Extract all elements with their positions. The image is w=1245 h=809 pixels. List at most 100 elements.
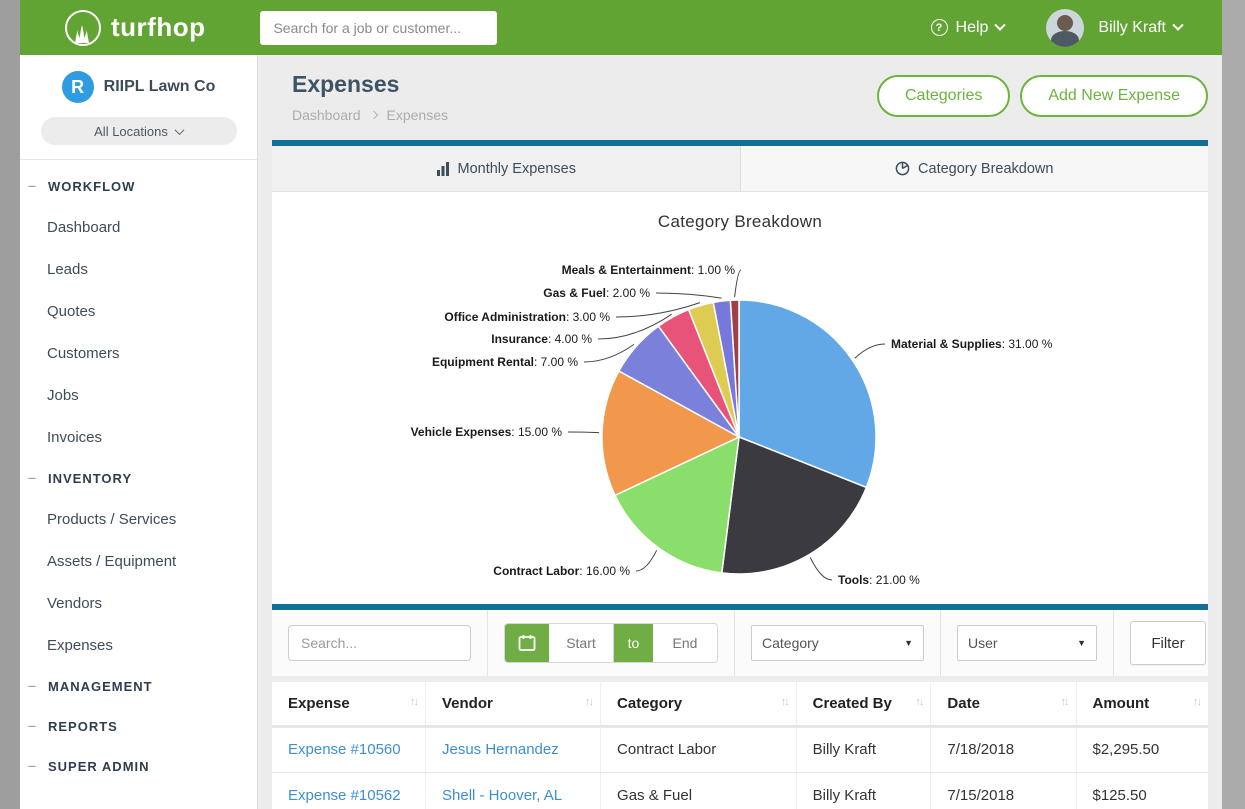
user-select[interactable]: User ▼ xyxy=(957,625,1097,661)
brand-logo[interactable]: turfhop xyxy=(65,10,205,46)
column-label: Created By xyxy=(813,695,892,712)
caret-down-icon: ▼ xyxy=(1077,638,1086,648)
category-select[interactable]: Category ▼ xyxy=(751,625,924,661)
tab-label: Monthly Expenses xyxy=(458,161,576,177)
section-dash-icon: --- xyxy=(28,761,48,772)
sidebar-section-management[interactable]: ---MANAGEMENT xyxy=(20,666,257,706)
column-header-category[interactable]: Category↑↓ xyxy=(601,682,797,726)
column-header-vendor[interactable]: Vendor ↑↓ xyxy=(426,682,601,726)
add-new-expense-button[interactable]: Add New Expense xyxy=(1020,75,1208,117)
sidebar-section-workflow[interactable]: ---WORKFLOW xyxy=(20,166,257,206)
vendor-link[interactable]: Jesus Hernandez xyxy=(442,741,559,758)
sidebar: R RIIPL Lawn Co All Locations ---WORKFLO… xyxy=(20,55,258,809)
created-by-cell: Billy Kraft xyxy=(796,772,931,809)
expenses-table: Expense↑↓Vendor↑↓Category↑↓Created By↑↓D… xyxy=(272,682,1208,809)
vendor-link[interactable]: Shell - Hoover, AL xyxy=(442,787,562,804)
pie-chart-icon xyxy=(895,161,910,176)
expense-cell: Expense #10560 xyxy=(272,726,426,772)
brand-name: turfhop xyxy=(111,12,205,43)
location-selector[interactable]: All Locations xyxy=(41,117,237,145)
sort-icon[interactable]: ↑↓ xyxy=(410,696,417,708)
column-label: Expense xyxy=(288,695,350,712)
page-title: Expenses xyxy=(292,71,399,98)
date-cell: 7/18/2018 xyxy=(931,726,1076,772)
table-search-input[interactable] xyxy=(288,625,471,661)
top-header-bar: turfhop ? Help Billy Kraft xyxy=(20,0,1222,55)
tab-label: Category Breakdown xyxy=(918,161,1053,177)
pie-chart-panel: Category Breakdown Material & Supplies: … xyxy=(272,192,1208,604)
chevron-down-icon xyxy=(995,19,1006,30)
amount-cell: $2,295.50 xyxy=(1076,726,1208,772)
date-end-input[interactable] xyxy=(653,624,717,662)
label-connector xyxy=(636,550,657,571)
vendor-cell: Jesus Hernandez xyxy=(426,726,601,772)
section-label: WORKFLOW xyxy=(48,179,135,194)
sidebar-item-products-services[interactable]: Products / Services xyxy=(20,498,257,540)
chevron-down-icon xyxy=(1172,19,1183,30)
filter-button[interactable]: Filter xyxy=(1130,621,1206,665)
sidebar-section-super-admin[interactable]: ---SUPER ADMIN xyxy=(20,746,257,786)
help-menu[interactable]: ? Help xyxy=(931,19,1005,37)
calendar-icon xyxy=(518,634,536,652)
column-label: Vendor xyxy=(442,695,493,712)
created-by-cell: Billy Kraft xyxy=(796,726,931,772)
bar-chart-icon xyxy=(436,162,450,176)
sidebar-item-invoices[interactable]: Invoices xyxy=(20,416,257,458)
company-logo: R xyxy=(62,71,94,103)
pie-label-contract-labor: Contract Labor: 16.00 % xyxy=(493,564,630,578)
sort-icon[interactable]: ↑↓ xyxy=(585,696,592,708)
section-label: REPORTS xyxy=(48,719,118,734)
app-window: turfhop ? Help Billy Kraft R xyxy=(20,0,1222,809)
vendor-cell: Shell - Hoover, AL xyxy=(426,772,601,809)
sidebar-item-leads[interactable]: Leads xyxy=(20,248,257,290)
date-range-picker: to xyxy=(504,623,718,663)
sidebar-item-customers[interactable]: Customers xyxy=(20,332,257,374)
expense-link[interactable]: Expense #10560 xyxy=(288,741,401,758)
category-cell: Contract Labor xyxy=(601,726,797,772)
screen: turfhop ? Help Billy Kraft R xyxy=(0,0,1245,809)
page-header: Expenses Dashboard Expenses Categories A… xyxy=(258,55,1222,140)
sidebar-item-expenses[interactable]: Expenses xyxy=(20,624,257,666)
column-header-expense[interactable]: Expense ↑↓ xyxy=(272,682,426,726)
column-label: Date xyxy=(947,695,980,712)
user-avatar[interactable] xyxy=(1046,9,1084,47)
tab-monthly-expenses[interactable]: Monthly Expenses xyxy=(272,146,740,191)
pie-label-material-supplies: Material & Supplies: 31.00 % xyxy=(891,337,1053,351)
sort-icon[interactable]: ↑↓ xyxy=(915,696,922,708)
user-menu[interactable]: Billy Kraft xyxy=(1098,19,1182,37)
date-start-input[interactable] xyxy=(549,624,613,662)
sort-icon[interactable]: ↑↓ xyxy=(781,696,788,708)
sidebar-item-vendors[interactable]: Vendors xyxy=(20,582,257,624)
expense-cell: Expense #10562 xyxy=(272,772,426,809)
table-row: Expense #10560 Jesus Hernandez Contract La… xyxy=(272,726,1208,772)
pie-label-equipment-rental: Equipment Rental: 7.00 % xyxy=(432,355,578,369)
sort-icon[interactable]: ↑↓ xyxy=(1061,696,1068,708)
sidebar-item-jobs[interactable]: Jobs xyxy=(20,374,257,416)
label-connector xyxy=(855,344,885,358)
breadcrumb-dashboard[interactable]: Dashboard xyxy=(292,107,361,123)
sort-icon[interactable]: ↑↓ xyxy=(1193,696,1200,708)
sidebar-section-inventory[interactable]: ---INVENTORY xyxy=(20,458,257,498)
sidebar-section-reports[interactable]: ---REPORTS xyxy=(20,706,257,746)
pie-chart[interactable]: Material & Supplies: 31.00 % Tools: 21.00… xyxy=(272,192,1208,604)
main-content: Expenses Dashboard Expenses Categories A… xyxy=(258,55,1222,809)
calendar-button[interactable] xyxy=(505,624,549,662)
sidebar-item-assets-equipment[interactable]: Assets / Equipment xyxy=(20,540,257,582)
filter-bar: to Category ▼ User ▼ xyxy=(272,610,1208,676)
amount-cell: $125.50 xyxy=(1076,772,1208,809)
categories-button[interactable]: Categories xyxy=(877,75,1010,117)
global-search-input[interactable] xyxy=(260,11,497,45)
pie-label-tools: Tools: 21.00 % xyxy=(838,573,920,587)
caret-down-icon: ▼ xyxy=(904,638,913,648)
sidebar-item-quotes[interactable]: Quotes xyxy=(20,290,257,332)
table-row: Expense #10562Shell - Hoover, ALGas & Fu… xyxy=(272,772,1208,809)
tab-category-breakdown[interactable]: Category Breakdown xyxy=(740,146,1209,191)
expense-link[interactable]: Expense #10562 xyxy=(288,787,401,804)
label-connector xyxy=(810,558,832,581)
column-header-date[interactable]: Date ↑↓ xyxy=(931,682,1076,726)
company-name: RIIPL Lawn Co xyxy=(104,78,216,96)
column-header-created-by[interactable]: Created By ↑↓ xyxy=(796,682,931,726)
column-header-amount[interactable]: Amount↑↓ xyxy=(1076,682,1208,726)
right-scrollbar-strip[interactable] xyxy=(1222,0,1245,809)
sidebar-item-dashboard[interactable]: Dashboard xyxy=(20,206,257,248)
